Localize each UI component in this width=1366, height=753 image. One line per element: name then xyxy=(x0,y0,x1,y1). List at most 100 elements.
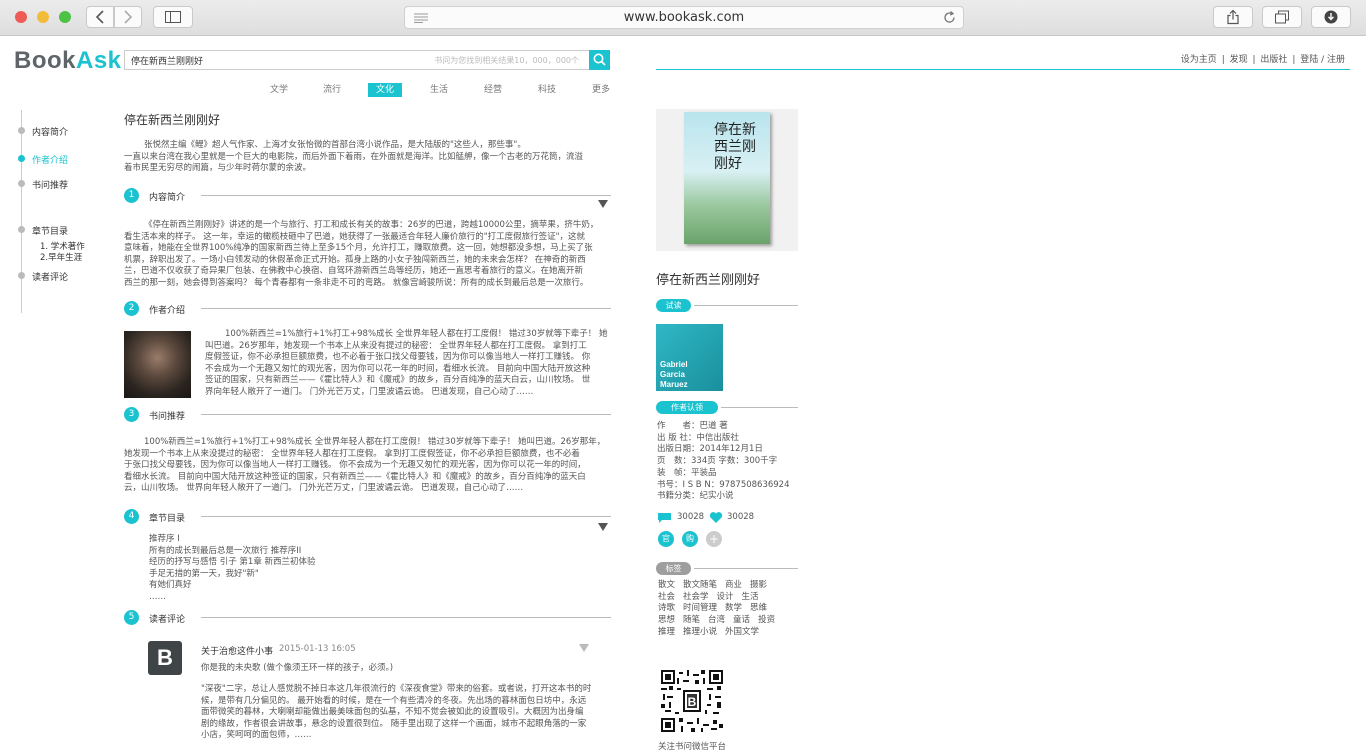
author-claim-button[interactable]: 作者认领 xyxy=(656,401,718,414)
sidebar-toggle-button[interactable] xyxy=(153,6,193,28)
site-logo[interactable]: BookAsk xyxy=(14,47,122,75)
category-literature[interactable]: 文学 xyxy=(262,83,296,97)
search-box[interactable]: 停在新西兰刚刚好 书问为您找到相关结果10，000，000个 xyxy=(124,50,610,70)
tag[interactable]: 思想 xyxy=(658,615,675,625)
category-culture[interactable]: 文化 xyxy=(368,83,402,97)
category-business[interactable]: 经营 xyxy=(476,83,510,97)
reload-icon[interactable] xyxy=(943,11,956,24)
reviewer-avatar[interactable]: B xyxy=(148,641,182,675)
sidenav-item-author[interactable]: 作者介绍 xyxy=(32,153,68,166)
sidenav-track xyxy=(21,110,22,313)
collapse-toggle-icon[interactable] xyxy=(598,200,608,208)
trial-cover-line: Maruez xyxy=(660,380,688,389)
set-homepage-link[interactable]: 设为主页 xyxy=(1181,55,1217,65)
search-input[interactable]: 停在新西兰刚刚好 xyxy=(131,54,203,67)
tag[interactable]: 推理小说 xyxy=(683,627,717,637)
tag[interactable]: 台湾 xyxy=(708,615,725,625)
text-line: 看细水长流。 目前向中国大陆开放这种签证的国家，只有新西兰——《霍比特人》和《魔… xyxy=(124,471,586,482)
tag[interactable]: 童话 xyxy=(733,615,750,625)
section-title: 内容简介 xyxy=(149,193,186,203)
tag[interactable]: 投资 xyxy=(758,615,775,625)
official-button[interactable]: 官 xyxy=(658,531,674,547)
sidenav-item-reviews[interactable]: 读者评论 xyxy=(32,270,68,283)
forward-button[interactable] xyxy=(114,6,142,28)
text-line: 看生活本来的样子。 这一年，幸运的橄榄枝砸中了巴道，她获得了一张最适合年轻人廉价… xyxy=(124,231,586,242)
collapse-toggle-icon[interactable] xyxy=(598,523,608,531)
minimize-window-button[interactable] xyxy=(37,11,49,23)
text-line: 面带微笑的暮林，大喇喇却能做出最美味面包的弘基，不知不觉会被如此的设置吸引。大概… xyxy=(201,707,584,718)
sidenav-item-recommend[interactable]: 书问推荐 xyxy=(32,178,68,191)
section-header-recommend: 3 书问推荐 xyxy=(124,407,614,423)
toc-item[interactable]: …… xyxy=(149,592,316,604)
qr-caption: 关注书问微信平台 xyxy=(658,742,727,752)
tag[interactable]: 散文随笔 xyxy=(683,580,717,590)
close-window-button[interactable] xyxy=(15,11,27,23)
tag[interactable]: 时间管理 xyxy=(683,603,717,613)
sidenav-item-intro[interactable]: 内容简介 xyxy=(32,125,68,138)
search-icon xyxy=(593,53,606,66)
sidebar-book-title: 停在新西兰刚刚好 xyxy=(656,273,761,288)
comment-count: 30028 xyxy=(677,512,705,522)
tag[interactable]: 社会学 xyxy=(683,592,709,602)
logo-book-text: Book xyxy=(14,47,76,74)
trial-read-cover[interactable]: Gabriel Garcia Maruez xyxy=(656,324,723,391)
tag[interactable]: 思维 xyxy=(750,603,767,613)
book-cover[interactable]: 停在新西兰刚刚好 xyxy=(684,112,770,244)
section-divider xyxy=(201,414,611,415)
toc-item[interactable]: 所有的成长到最后总是一次旅行 推荐序II xyxy=(149,546,316,558)
text-line: 《停在新西兰刚刚好》讲述的是一个与旅行、打工和成长有关的故事：26岁的巴道，跨越… xyxy=(144,220,599,230)
divider xyxy=(721,407,798,408)
sidenav-subitem[interactable]: 2.早年生涯 xyxy=(40,251,82,263)
category-popular[interactable]: 流行 xyxy=(315,83,349,97)
toc-item[interactable]: 经历的抒写与感悟 引子 第1章 新西兰初体验 xyxy=(149,557,316,569)
tags-label: 标签 xyxy=(656,562,691,575)
trial-read-label[interactable]: 试读 xyxy=(656,299,691,312)
content-intro-text: 《停在新西兰刚刚好》讲述的是一个与旅行、打工和成长有关的故事：26岁的巴道，跨越… xyxy=(124,220,614,290)
tag[interactable]: 诗歌 xyxy=(658,603,675,613)
tag[interactable]: 散文 xyxy=(658,580,675,590)
login-register-link[interactable]: 登陆 / 注册 xyxy=(1300,55,1345,65)
recommend-text: 100%新西兰=1%旅行+1%打工+98%成长 全世界年轻人都在打工度假！ 错过… xyxy=(124,437,614,495)
section-number: 1 xyxy=(124,188,139,203)
separator: | xyxy=(1292,55,1296,65)
comment-icon[interactable] xyxy=(657,512,672,524)
meta-author: 作 者：巴道 著 xyxy=(657,421,728,431)
add-button[interactable]: + xyxy=(706,531,722,547)
search-button[interactable] xyxy=(589,50,610,70)
review-date: 2015-01-13 16:05 xyxy=(279,644,356,654)
tag[interactable]: 数学 xyxy=(725,603,742,613)
tabs-overview-button[interactable] xyxy=(1262,6,1302,28)
tag[interactable]: 商业 xyxy=(725,580,742,590)
tag[interactable]: 外国文学 xyxy=(725,627,759,637)
category-life[interactable]: 生活 xyxy=(422,83,456,97)
tag[interactable]: 摄影 xyxy=(750,580,767,590)
address-bar[interactable]: www.bookask.com xyxy=(404,6,964,29)
tag[interactable]: 生活 xyxy=(742,592,759,602)
tag[interactable]: 推理 xyxy=(658,627,675,637)
browser-window: www.bookask.com BookAsk 停在新西兰刚刚好 书问为您找到相… xyxy=(0,0,1366,753)
toc-item[interactable]: 推荐序 I xyxy=(149,534,316,546)
expand-review-icon[interactable] xyxy=(579,644,589,652)
fullscreen-window-button[interactable] xyxy=(59,11,71,23)
toc-item[interactable]: 手足无措的第一天，我好"新" xyxy=(149,569,316,581)
back-button[interactable] xyxy=(86,6,114,28)
text-line: 界向年轻人敞开了一道门。 门外光芒万丈，门里波谲云诡。 巴道发现，自己心动了…… xyxy=(205,386,534,397)
tag[interactable]: 社会 xyxy=(658,592,675,602)
sidenav-item-toc[interactable]: 章节目录 xyxy=(32,224,68,237)
qr-code-icon: B xyxy=(661,670,723,732)
publisher-link[interactable]: 出版社 xyxy=(1260,55,1287,65)
toc-item[interactable]: 有她们真好 xyxy=(149,580,316,592)
downloads-button[interactable] xyxy=(1311,6,1351,28)
review-title[interactable]: 关于治愈这件小事 xyxy=(201,644,273,657)
tag[interactable]: 随笔 xyxy=(683,615,700,625)
meta-publisher: 出 版 社：中信出版社 xyxy=(657,432,739,443)
heart-icon[interactable] xyxy=(709,511,723,524)
search-hint: 书问为您找到相关结果10，000，000个 xyxy=(434,56,579,65)
share-button[interactable] xyxy=(1213,6,1253,28)
category-more[interactable]: 更多 xyxy=(584,83,618,97)
discover-link[interactable]: 发现 xyxy=(1230,55,1248,65)
buy-button[interactable]: 购 xyxy=(682,531,698,547)
category-tech[interactable]: 科技 xyxy=(530,83,564,97)
tag[interactable]: 设计 xyxy=(717,592,734,602)
meta-isbn: 书号：I S B N：9787508636924 xyxy=(657,479,790,490)
